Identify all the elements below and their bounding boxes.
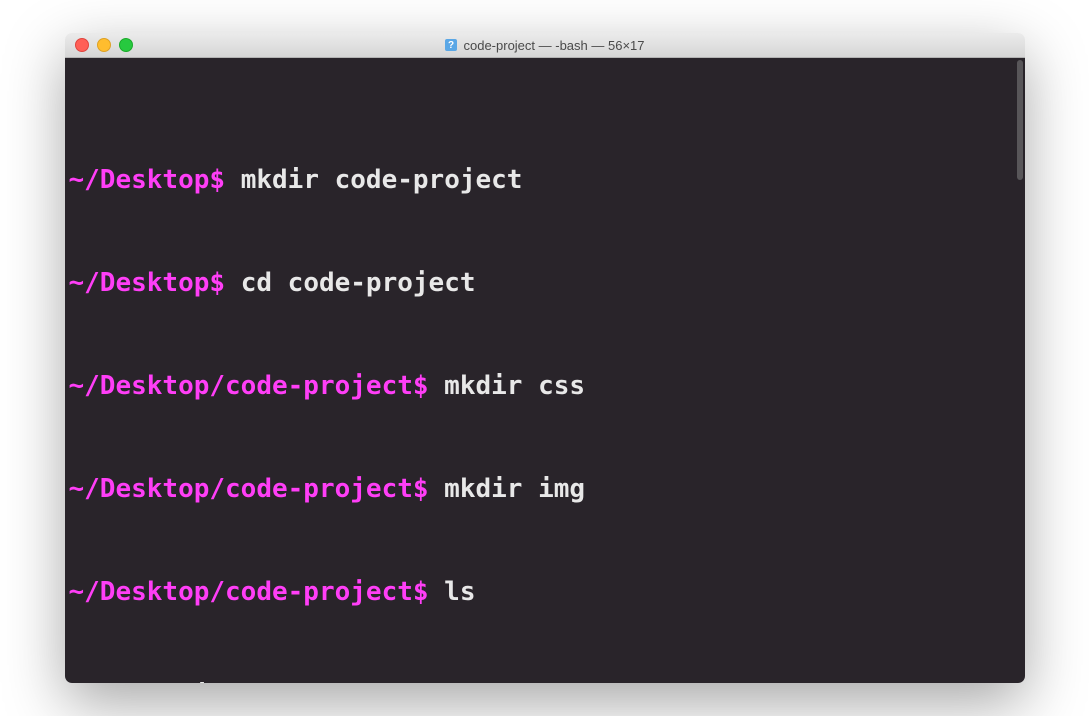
- title-bar: ? code-project — -bash — 56×17: [65, 33, 1025, 58]
- close-button[interactable]: [75, 38, 89, 52]
- window-title: ? code-project — -bash — 56×17: [65, 38, 1025, 53]
- traffic-lights: [65, 38, 133, 52]
- output-line: css img: [69, 678, 1021, 683]
- terminal-line: ~/Desktop/code-project$ mkdir img: [69, 472, 1021, 506]
- prompt: ~/Desktop/code-project$: [69, 577, 429, 607]
- terminal-window: ? code-project — -bash — 56×17 ~/Desktop…: [65, 33, 1025, 683]
- scrollbar[interactable]: [1017, 60, 1023, 180]
- folder-icon: ?: [444, 38, 458, 52]
- terminal-line: ~/Desktop/code-project$ mkdir css: [69, 369, 1021, 403]
- minimize-button[interactable]: [97, 38, 111, 52]
- command-text: mkdir code-project: [225, 165, 522, 195]
- window-title-text: code-project — -bash — 56×17: [463, 38, 644, 53]
- prompt: ~/Desktop$: [69, 268, 226, 298]
- command-text: mkdir img: [429, 474, 586, 504]
- terminal-line: ~/Desktop$ mkdir code-project: [69, 163, 1021, 197]
- terminal-line: ~/Desktop/code-project$ ls: [69, 575, 1021, 609]
- prompt: ~/Desktop$: [69, 165, 226, 195]
- terminal-line: ~/Desktop$ cd code-project: [69, 266, 1021, 300]
- zoom-button[interactable]: [119, 38, 133, 52]
- command-text: ls: [429, 577, 476, 607]
- prompt: ~/Desktop/code-project$: [69, 474, 429, 504]
- prompt: ~/Desktop/code-project$: [69, 371, 429, 401]
- svg-text:?: ?: [448, 40, 454, 51]
- command-text: cd code-project: [225, 268, 475, 298]
- terminal-body[interactable]: ~/Desktop$ mkdir code-project ~/Desktop$…: [65, 58, 1025, 683]
- command-text: mkdir css: [429, 371, 586, 401]
